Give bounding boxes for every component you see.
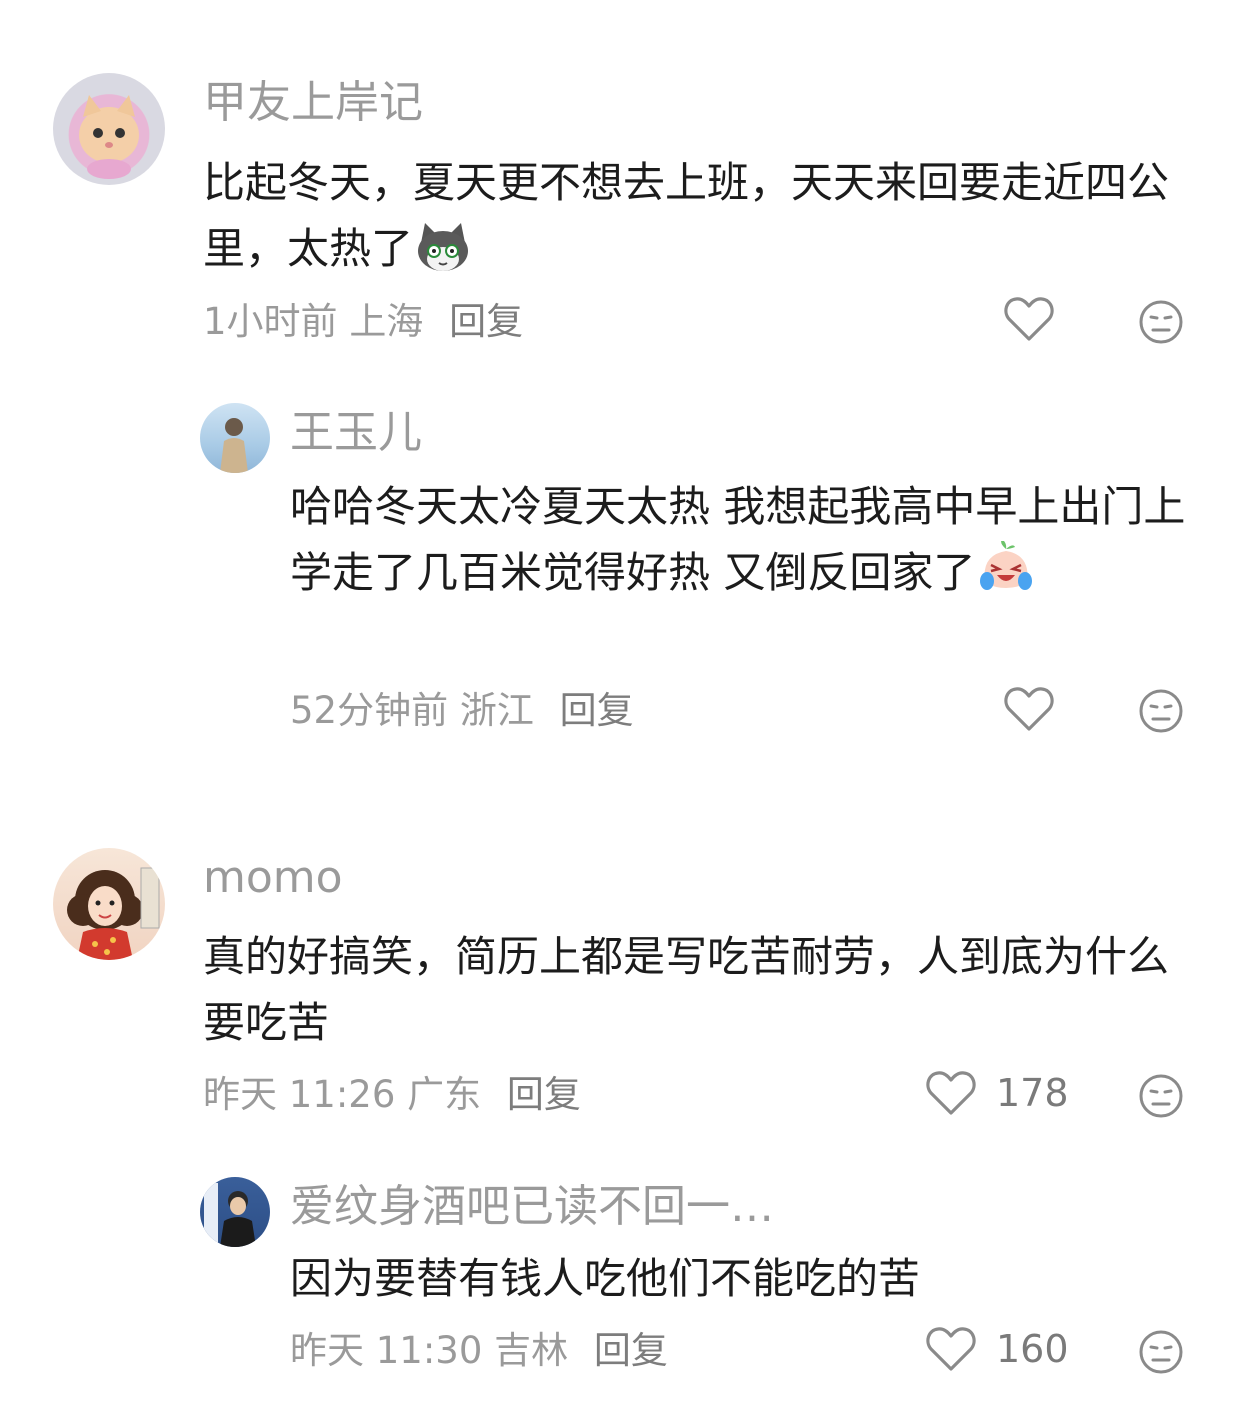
like-button[interactable]: 160 xyxy=(926,1326,1069,1372)
person-avatar-image xyxy=(220,418,248,473)
comment-text-content: 哈哈冬天太冷夏天太热 我想起我高中早上出门上学走了几百米觉得好热 又倒反回家了 xyxy=(290,482,1186,597)
avatar[interactable] xyxy=(53,848,165,960)
unamused-face-icon xyxy=(1139,300,1183,344)
heart-outline-icon xyxy=(926,1327,976,1371)
comment-meta: 昨天 11:26 广东 回复 xyxy=(203,1071,581,1119)
avatar[interactable] xyxy=(53,73,165,185)
username[interactable]: 甲友上岸记 xyxy=(203,77,423,129)
comment-location: 广东 xyxy=(407,1073,482,1116)
comment-meta: 52分钟前 浙江 回复 xyxy=(290,687,634,735)
like-button[interactable] xyxy=(1004,296,1054,342)
unamused-face-icon xyxy=(1139,1074,1183,1118)
comment-text-content: 比起冬天，夏天更不想去上班，天天来回要走近四公里，太热了 xyxy=(203,158,1170,273)
like-count: 178 xyxy=(996,1071,1069,1115)
heart-outline-icon xyxy=(1004,687,1054,731)
reply-button[interactable]: 回复 xyxy=(449,300,523,343)
comment-time: 52分钟前 xyxy=(290,689,449,732)
person-avatar-image xyxy=(204,1183,256,1247)
comment-time: 1小时前 xyxy=(203,300,338,343)
comment-time: 昨天 11:30 xyxy=(290,1329,483,1372)
unamused-face-icon xyxy=(1139,1330,1183,1374)
kitten-avatar-image xyxy=(79,95,139,179)
comment-text: 哈哈冬天太冷夏天太热 我想起我高中早上出门上学走了几百米觉得好热 又倒反回家了 xyxy=(290,474,1190,616)
comment-text-content: 真的好搞笑，简历上都是写吃苦耐劳，人到底为什么要吃苦 xyxy=(203,932,1170,1047)
dislike-button[interactable] xyxy=(1138,688,1184,734)
comment-text: 真的好搞笑，简历上都是写吃苦耐劳，人到底为什么要吃苦 xyxy=(203,924,1188,1056)
comment-location: 浙江 xyxy=(459,689,534,732)
avatar[interactable] xyxy=(200,1177,270,1247)
comment-time: 昨天 11:26 xyxy=(203,1073,396,1116)
reply-button[interactable]: 回复 xyxy=(594,1329,668,1372)
unamused-face-icon xyxy=(1139,689,1183,733)
comment-location: 吉林 xyxy=(494,1329,569,1372)
dislike-button[interactable] xyxy=(1138,1329,1184,1375)
reply-button[interactable]: 回复 xyxy=(507,1073,581,1116)
dislike-button[interactable] xyxy=(1138,299,1184,345)
like-button[interactable] xyxy=(1004,686,1054,732)
cat-face-emoji xyxy=(415,221,471,292)
comment-location: 上海 xyxy=(349,300,424,343)
comment-meta: 1小时前 上海 回复 xyxy=(203,298,523,346)
laugh-cry-emoji xyxy=(977,539,1035,616)
comment-text: 比起冬天，夏天更不想去上班，天天来回要走近四公里，太热了 xyxy=(203,150,1188,292)
comment-meta: 昨天 11:30 吉林 回复 xyxy=(290,1327,668,1375)
reply-button[interactable]: 回复 xyxy=(560,689,634,732)
comment-text-content: 因为要替有钱人吃他们不能吃的苦 xyxy=(290,1254,921,1303)
heart-outline-icon xyxy=(926,1071,976,1115)
username[interactable]: 爱纹身酒吧已读不回一… xyxy=(290,1181,774,1233)
heart-outline-icon xyxy=(1004,297,1054,341)
comment-text: 因为要替有钱人吃他们不能吃的苦 xyxy=(290,1246,1190,1312)
cartoon-girl-avatar-image xyxy=(67,867,160,960)
username[interactable]: momo xyxy=(203,852,343,904)
avatar[interactable] xyxy=(200,403,270,473)
like-button[interactable]: 178 xyxy=(926,1070,1069,1116)
dislike-button[interactable] xyxy=(1138,1073,1184,1119)
username[interactable]: 王玉儿 xyxy=(290,407,422,459)
like-count: 160 xyxy=(996,1327,1069,1371)
